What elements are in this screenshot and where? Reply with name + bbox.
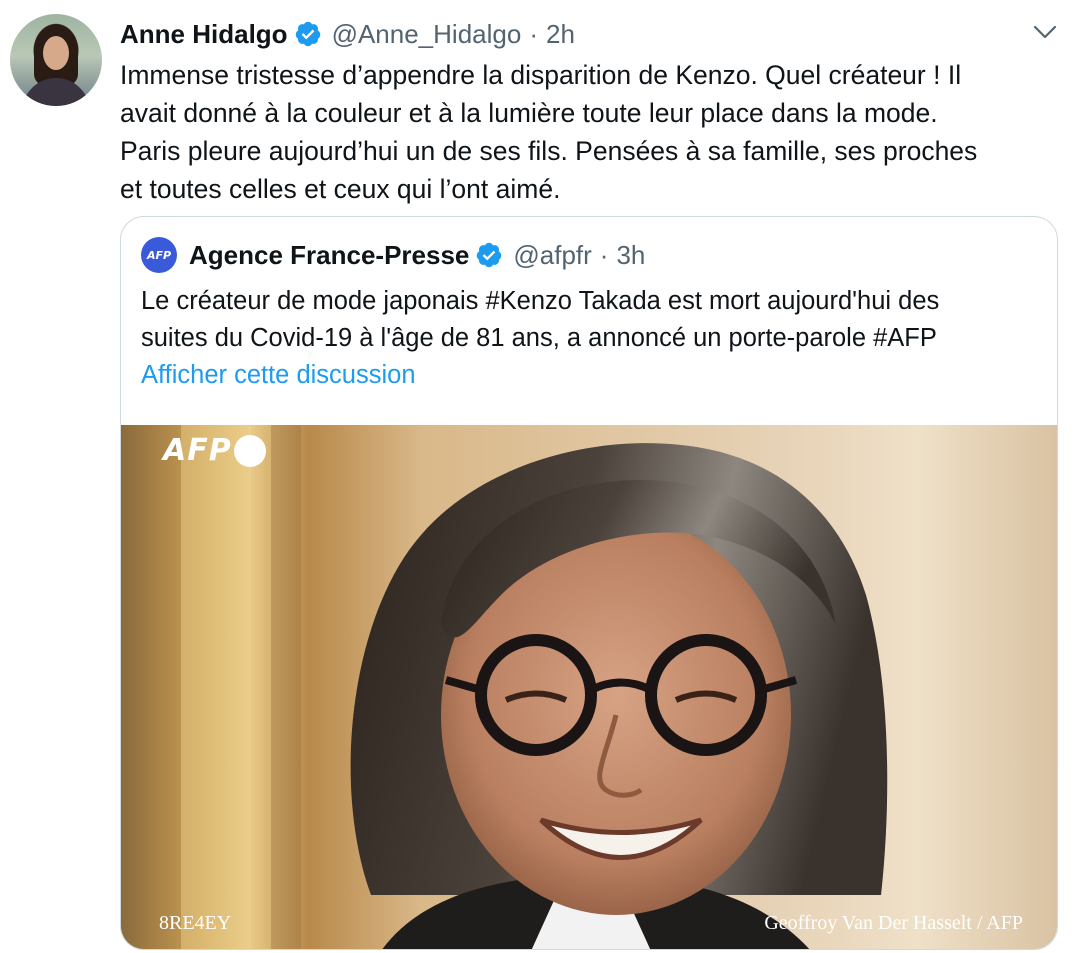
author-avatar[interactable] [10,14,102,106]
photo-id: 8RE4EY [159,912,232,934]
verified-badge-icon [475,241,503,269]
chevron-down-icon[interactable] [1032,22,1058,42]
separator-dot: · [599,239,609,270]
portrait-image [121,425,1057,949]
quoted-tweet-photo[interactable]: AFP 8RE4EY Geoffroy Van Der Hasselt / AF… [121,425,1057,949]
author-name[interactable]: Anne Hidalgo [120,19,288,50]
separator-dot: · [529,18,538,49]
photo-credit: Geoffroy Van Der Hasselt / AFP [764,912,1023,934]
afp-watermark-logo: AFP [163,433,266,468]
verified-badge-icon [294,20,322,48]
quoted-tweet-time[interactable]: 3h [616,240,645,271]
quoted-tweet-header: AFP Agence France-Presse @afpfr · 3h [141,235,645,275]
afp-logo-text: AFP [163,433,232,468]
author-handle[interactable]: @Anne_Hidalgo [332,19,522,50]
quoted-tweet[interactable]: AFP Agence France-Presse @afpfr · 3h Le … [120,216,1058,950]
quoted-author-avatar[interactable]: AFP [141,237,177,273]
afp-logo-dot [233,434,266,467]
quoted-tweet-text: Le créateur de mode japonais #Kenzo Taka… [141,287,940,352]
tweet-time[interactable]: 2h [546,19,575,50]
tweet[interactable]: Anne Hidalgo @Anne_Hidalgo · 2h Immense … [0,0,1080,953]
tweet-text: Immense tristesse d’appendre la disparit… [120,60,978,204]
quoted-author-name[interactable]: Agence France-Presse [189,240,469,271]
tweet-header: Anne Hidalgo @Anne_Hidalgo · 2h [120,14,575,54]
quoted-author-handle[interactable]: @afpfr [513,240,591,271]
show-thread-link[interactable]: Afficher cette discussion [141,361,416,390]
